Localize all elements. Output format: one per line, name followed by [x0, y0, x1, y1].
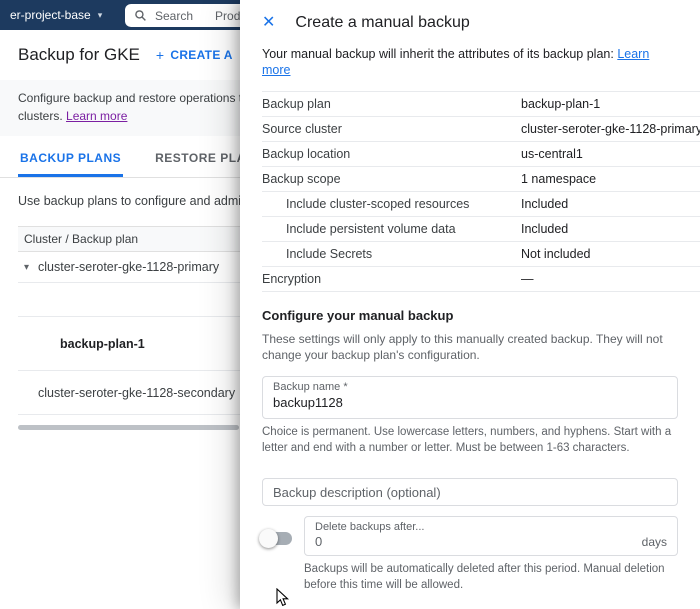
backup-description-field[interactable]: [262, 478, 678, 506]
attribute-label: Encryption: [262, 272, 521, 286]
panel-intro-text: Your manual backup will inherit the attr…: [262, 47, 614, 61]
delete-after-unit: days: [642, 535, 667, 549]
horizontal-scrollbar[interactable]: [18, 425, 239, 430]
backup-name-input[interactable]: [273, 395, 667, 410]
attribute-value: —: [521, 272, 534, 286]
configure-section-note: These settings will only apply to this m…: [262, 331, 678, 365]
configure-section-heading: Configure your manual backup: [262, 308, 678, 323]
page-description-line2: clusters.: [18, 109, 63, 123]
expander-icon[interactable]: ▾: [24, 262, 29, 273]
create-backup-plan-button[interactable]: + CREATE A: [156, 47, 233, 63]
delete-after-group: Delete backups after... days Backups wil…: [262, 516, 678, 593]
delete-after-input[interactable]: [315, 534, 642, 549]
attribute-row: Include persistent volume data Included: [262, 217, 700, 242]
screen: er-project-base ▾ Search Produ Backup fo…: [0, 0, 700, 609]
attribute-value: 1 namespace: [521, 172, 596, 186]
attribute-row: Backup location us-central1: [262, 142, 700, 167]
delete-after-label: Delete backups after...: [315, 521, 667, 533]
close-icon[interactable]: ✕: [262, 15, 275, 31]
backup-name-help: Choice is permanent. Use lowercase lette…: [262, 424, 678, 456]
search-icon: [134, 9, 147, 22]
attribute-row: Include Secrets Not included: [262, 242, 700, 267]
create-manual-backup-panel: ✕ Create a manual backup Your manual bac…: [240, 0, 700, 609]
backup-plan-name: backup-plan-1: [60, 337, 145, 351]
delete-after-toggle[interactable]: [262, 532, 292, 545]
attribute-label: Backup location: [262, 147, 521, 161]
backup-plan-attributes: Backup plan backup-plan-1 Source cluster…: [262, 91, 700, 292]
toggle-knob: [259, 529, 278, 548]
attribute-row: Backup scope 1 namespace: [262, 167, 700, 192]
attribute-row: Source cluster cluster-seroter-gke-1128-…: [262, 117, 700, 142]
project-name: er-project-base: [10, 8, 91, 22]
cluster-name: cluster-seroter-gke-1128-secondary: [38, 386, 235, 400]
delete-after-column: Delete backups after... days Backups wil…: [304, 516, 678, 593]
attribute-value: Not included: [521, 247, 591, 261]
delete-after-field[interactable]: Delete backups after... days: [304, 516, 678, 556]
plus-icon: +: [156, 47, 164, 63]
delete-after-row: days: [315, 534, 667, 549]
attribute-label: Source cluster: [262, 122, 521, 136]
page-description-line1: Configure backup and restore operations …: [18, 91, 263, 105]
attribute-row: Backup plan backup-plan-1: [262, 92, 700, 117]
attribute-label: Backup plan: [262, 97, 521, 111]
attribute-label: Include cluster-scoped resources: [262, 197, 521, 211]
tab-backup-plans[interactable]: BACKUP PLANS: [18, 140, 123, 177]
project-selector[interactable]: er-project-base ▾: [10, 8, 102, 22]
search-label: Search: [155, 9, 193, 23]
attribute-label: Include persistent volume data: [262, 222, 521, 236]
cluster-name: cluster-seroter-gke-1128-primary: [38, 260, 219, 274]
attribute-value: Included: [521, 197, 568, 211]
panel-header: ✕ Create a manual backup: [262, 0, 678, 46]
attribute-label: Backup scope: [262, 172, 521, 186]
learn-more-link[interactable]: Learn more: [66, 109, 127, 123]
chevron-down-icon: ▾: [98, 10, 103, 21]
panel-title: Create a manual backup: [295, 14, 469, 32]
panel-intro: Your manual backup will inherit the attr…: [262, 46, 678, 91]
attribute-value: us-central1: [521, 147, 583, 161]
backup-name-field[interactable]: Backup name *: [262, 376, 678, 419]
backup-name-label: Backup name *: [273, 381, 667, 393]
attribute-value: Included: [521, 222, 568, 236]
attribute-label: Include Secrets: [262, 247, 521, 261]
create-button-label: CREATE A: [170, 48, 232, 62]
attribute-row: Encryption —: [262, 267, 700, 292]
delete-after-help: Backups will be automatically deleted af…: [304, 561, 678, 593]
page-title: Backup for GKE: [18, 45, 140, 65]
attribute-row: Include cluster-scoped resources Include…: [262, 192, 700, 217]
attribute-value: backup-plan-1: [521, 97, 600, 111]
attribute-value: cluster-seroter-gke-1128-primary: [521, 122, 700, 136]
backup-description-input[interactable]: [273, 485, 667, 500]
